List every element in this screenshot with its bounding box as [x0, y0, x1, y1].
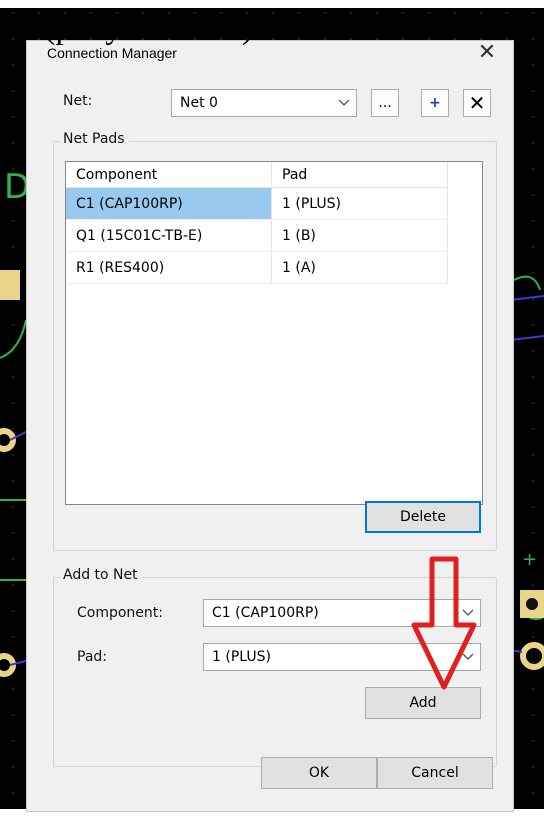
net-select-value: Net 0	[180, 95, 218, 111]
annotation-arrow-icon	[411, 556, 477, 690]
top-white-strip	[0, 0, 544, 8]
component-label: Component:	[77, 605, 163, 621]
column-header-pad[interactable]: Pad	[272, 162, 448, 188]
delete-net-button[interactable]: ✕	[463, 89, 491, 117]
overlay-caption: (рисунок 8.32).	[0, 8, 544, 48]
overlay-caption-text: (рисунок 8.32).	[44, 9, 262, 46]
pcb-pad	[0, 270, 20, 300]
add-to-net-title: Add to Net	[59, 567, 142, 583]
net-select[interactable]: Net 0	[171, 89, 357, 117]
net-browse-button[interactable]: ...	[371, 89, 399, 117]
pcb-via	[520, 642, 544, 670]
pcb-right-decoration: +	[510, 275, 544, 670]
pad-label: Pad:	[77, 649, 107, 665]
delete-button[interactable]: Delete	[365, 501, 481, 533]
cancel-button[interactable]: Cancel	[377, 757, 493, 789]
cell-pad[interactable]: 1 (PLUS)	[272, 188, 448, 220]
table-row[interactable]: C1 (CAP100RP) 1 (PLUS)	[66, 188, 448, 220]
connection-manager-dialog: Connection Manager ✕ Net: Net 0 ... + ✕ …	[26, 40, 514, 812]
ok-button[interactable]: OK	[261, 757, 377, 789]
pad-select-value: 1 (PLUS)	[212, 649, 271, 665]
component-select-value: C1 (CAP100RP)	[212, 605, 319, 621]
cell-pad[interactable]: 1 (B)	[272, 220, 448, 252]
cell-component[interactable]: Q1 (15C01C-TB-E)	[66, 220, 272, 252]
net-pads-list[interactable]: Component Pad C1 (CAP100RP) 1 (PLUS) Q1 (1…	[65, 161, 483, 505]
table-row[interactable]: Q1 (15C01C-TB-E) 1 (B)	[66, 220, 448, 252]
svg-text:+: +	[522, 549, 537, 570]
table-row[interactable]: R1 (RES400) 1 (A)	[66, 252, 448, 284]
new-net-button[interactable]: +	[421, 89, 449, 117]
chevron-down-icon	[338, 99, 350, 106]
net-pads-title: Net Pads	[59, 131, 129, 147]
net-label: Net:	[63, 93, 93, 109]
cell-pad[interactable]: 1 (A)	[272, 252, 448, 284]
cell-component[interactable]: C1 (CAP100RP)	[66, 188, 272, 220]
cell-component[interactable]: R1 (RES400)	[66, 252, 272, 284]
column-header-component[interactable]: Component	[66, 162, 272, 188]
